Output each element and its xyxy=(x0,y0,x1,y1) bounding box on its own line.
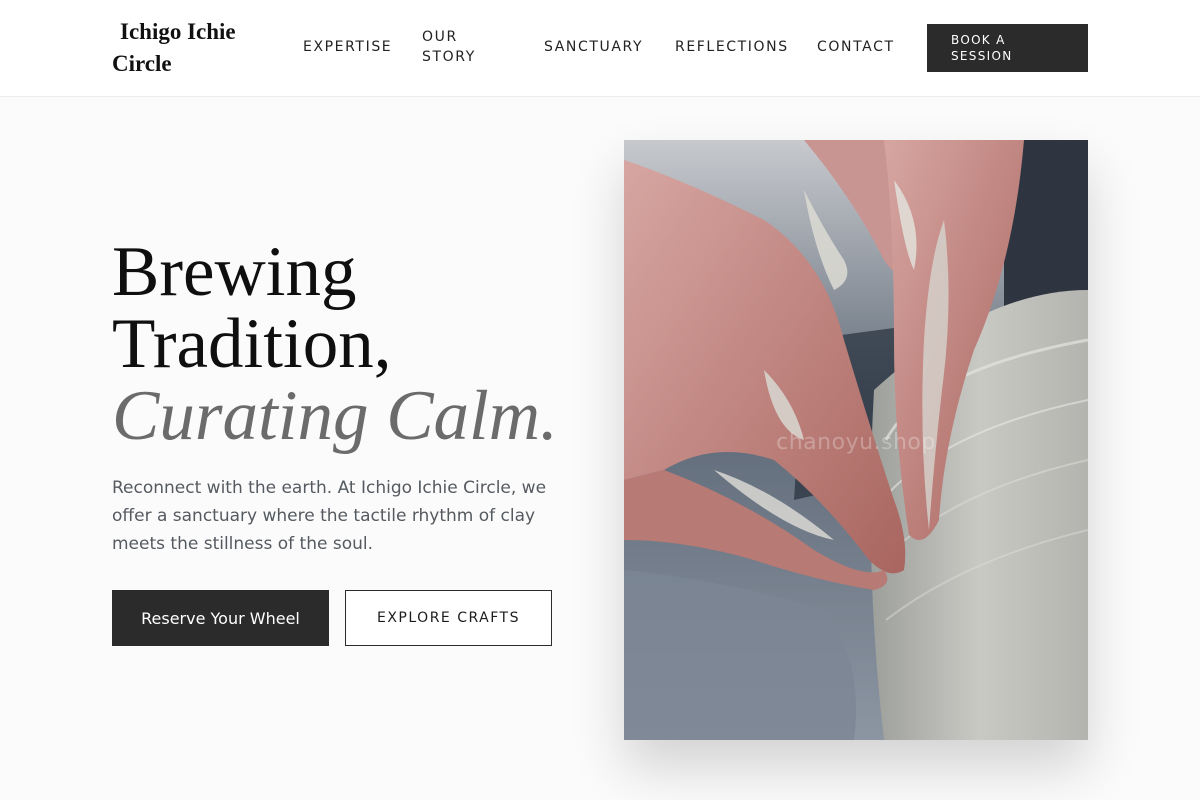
book-session-button[interactable]: BOOK A SESSION xyxy=(927,24,1088,72)
hero-description: Reconnect with the earth. At Ichigo Ichi… xyxy=(112,478,547,554)
hero-title-line-2: Tradition, xyxy=(112,305,392,383)
hero-title-accent: Curating Calm. xyxy=(112,377,558,455)
hero-title-line-1: Brewing xyxy=(112,233,357,311)
pottery-hands-image: chanoyu.shop xyxy=(624,140,1088,740)
image-watermark: chanoyu.shop xyxy=(776,430,936,455)
nav-item-reflections[interactable]: REFLECTIONS xyxy=(675,37,789,57)
site-header: Ichigo Ichie Circle EXPERTISE OUR STORY … xyxy=(0,0,1200,97)
nav-item-contact[interactable]: CONTACT xyxy=(817,37,895,57)
reserve-wheel-button[interactable]: Reserve Your Wheel xyxy=(112,590,329,646)
nav-item-our-story[interactable]: OUR STORY xyxy=(422,27,502,67)
nav-item-expertise[interactable]: EXPERTISE xyxy=(303,37,392,57)
explore-crafts-button[interactable]: EXPLORE CRAFTS xyxy=(345,590,552,646)
brand-logo[interactable]: Ichigo Ichie Circle xyxy=(112,16,262,80)
hero-title: Brewing Tradition, Curating Calm. xyxy=(112,236,592,452)
nav-item-sanctuary[interactable]: SANCTUARY xyxy=(544,37,643,57)
